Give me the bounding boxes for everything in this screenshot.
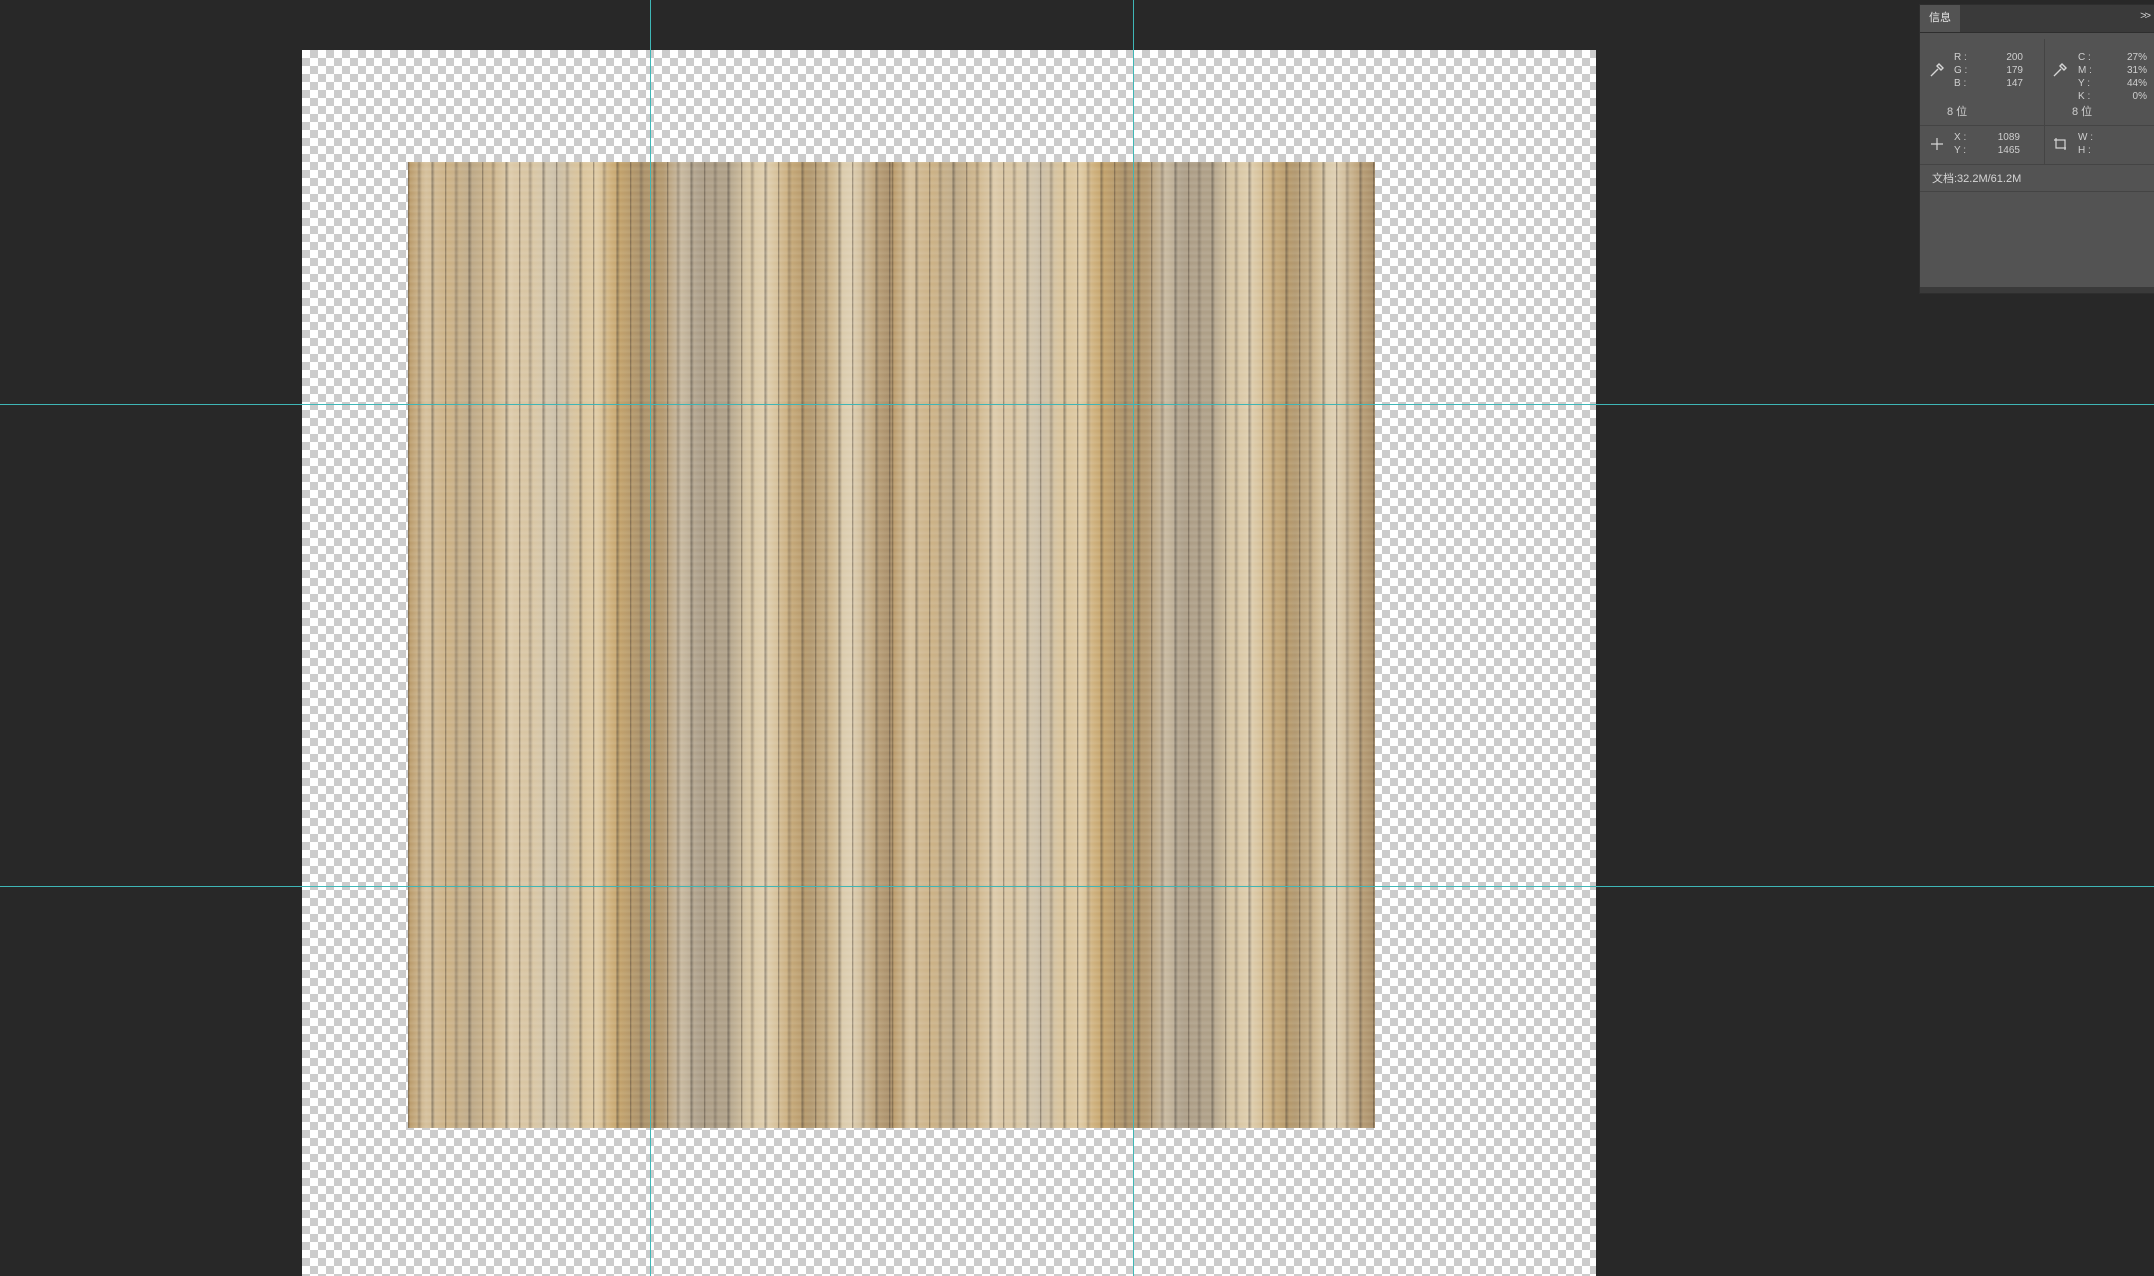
wood-texture-layer[interactable] [408,162,1375,1128]
eyedropper-icon[interactable] [2053,63,2067,77]
size-w-label: W : [2078,132,2093,143]
cmyk-m-label: M : [2078,65,2092,76]
divider [1920,164,2154,165]
divider [1920,191,2154,192]
rgb-g-label: G : [1954,65,1968,76]
divider [2044,39,2045,125]
size-h-label: H : [2078,145,2091,156]
cmyk-y-label: Y : [2078,78,2091,89]
workspace[interactable]: 信息 >> R : G : B : 200 179 147 8 位 C : M … [0,0,2154,1276]
cmyk-bit-depth[interactable]: 8 位 [2072,103,2092,119]
horizontal-guide[interactable] [0,886,2154,887]
rgb-r-value: 200 [2006,52,2023,63]
position-x-value: 1089 [1997,132,2020,143]
horizontal-guide[interactable] [0,404,2154,405]
tab-info[interactable]: 信息 [1920,5,1960,32]
cmyk-k-label: K : [2078,91,2091,102]
rgb-g-value: 179 [2006,65,2023,76]
position-y-label: Y : [1954,145,1967,156]
cmyk-m-value: 31% [2126,65,2147,76]
info-panel: 信息 >> R : G : B : 200 179 147 8 位 C : M … [1919,4,2154,294]
cmyk-k-value: 0% [2132,91,2147,102]
double-chevron-right-icon[interactable]: >> [2140,10,2151,22]
rgb-r-label: R : [1954,52,1967,63]
crosshair-icon[interactable] [1930,137,1944,151]
divider [1920,125,2154,126]
cmyk-y-value: 44% [2126,78,2147,89]
selection-size-icon[interactable] [2053,137,2067,151]
rgb-b-label: B : [1954,78,1967,89]
position-x-label: X : [1954,132,1967,143]
eyedropper-icon[interactable] [1930,63,1944,77]
position-y-value: 1465 [1997,145,2020,156]
vertical-guide[interactable] [650,0,651,1276]
vertical-guide[interactable] [1133,0,1134,1276]
document-size-info: 文档:32.2M/61.2M [1932,173,2022,185]
divider [2044,126,2045,164]
panel-footer [1920,287,2154,293]
panel-tab-bar: 信息 >> [1920,5,2154,33]
rgb-b-value: 147 [2006,78,2023,89]
rgb-bit-depth[interactable]: 8 位 [1947,103,1967,119]
cmyk-c-label: C : [2078,52,2091,63]
cmyk-c-value: 27% [2126,52,2147,63]
